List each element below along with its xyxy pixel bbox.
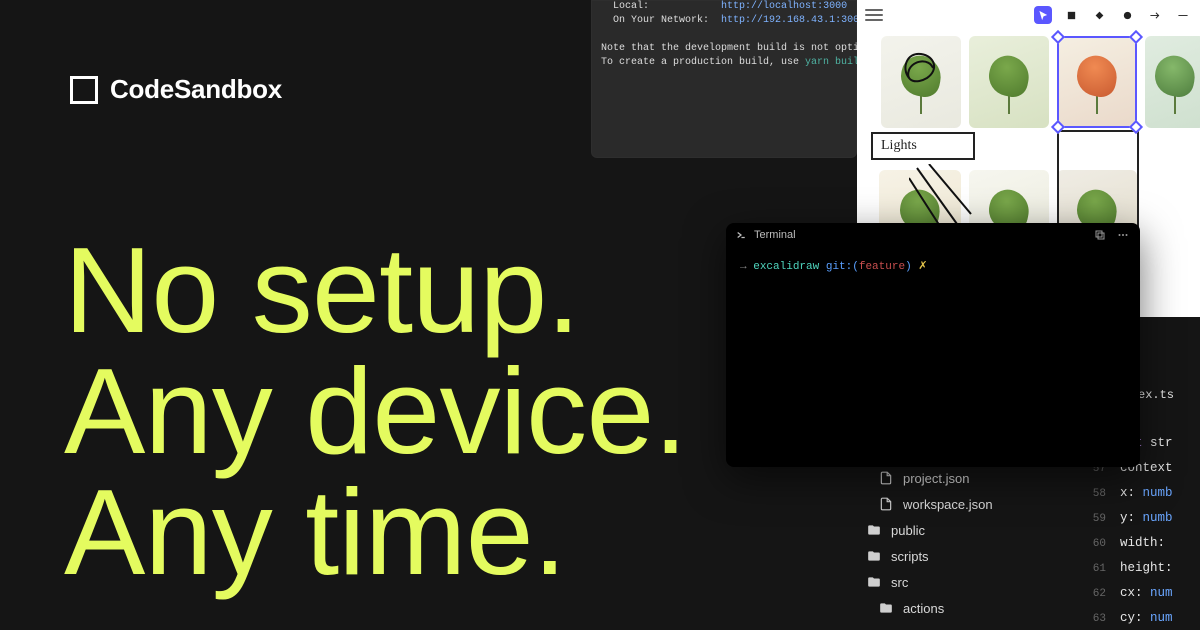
code-line: 59 y: numb <box>1062 511 1200 536</box>
prompt-icon <box>736 230 746 240</box>
dev-server-terminal: Local: http://localhost:3000 On Your Net… <box>591 0 857 158</box>
line-tool-icon[interactable] <box>1174 6 1192 24</box>
file-tree-item[interactable]: src <box>855 569 1070 595</box>
terminal-titlebar: Terminal <box>726 223 1140 247</box>
prompt-dirty-icon: ✗ <box>918 261 927 273</box>
terminal-tab[interactable]: Terminal <box>736 229 796 241</box>
code-token: num <box>1150 586 1173 600</box>
file-label: public <box>891 523 925 538</box>
file-label: actions <box>903 601 944 616</box>
file-tree-item[interactable]: public <box>855 517 1070 543</box>
logo-mark-icon <box>70 76 98 104</box>
file-tree-item[interactable]: workspace.json <box>855 491 1070 517</box>
devterm-note-2b: yarn build <box>805 57 857 68</box>
editor-tab-label: ex.ts <box>1138 388 1174 402</box>
terminal-body[interactable]: → excalidraw git:(feature) ✗ <box>726 247 1140 285</box>
file-tree-item[interactable]: actions <box>855 595 1070 621</box>
code-line: 58 x: numb <box>1062 486 1200 511</box>
prompt-arrow: → <box>740 261 747 273</box>
resize-handle-icon[interactable] <box>1051 30 1065 44</box>
code-token: x: <box>1120 486 1135 500</box>
devterm-local-url: http://localhost:3000 <box>721 1 847 12</box>
code-token: numb <box>1143 511 1173 525</box>
headline-line-1: No setup. <box>64 230 687 351</box>
code-token: height: <box>1120 561 1173 575</box>
code-line: 62 cx: num <box>1062 586 1200 611</box>
ellipse-tool-icon[interactable] <box>1118 6 1136 24</box>
folder-icon <box>867 549 881 563</box>
selection-box[interactable] <box>1057 36 1137 128</box>
new-window-icon[interactable] <box>1094 229 1106 241</box>
folder-icon <box>867 523 881 537</box>
code-token: cy: <box>1120 611 1143 625</box>
devterm-note-1: Note that the development build is not o… <box>601 42 847 56</box>
brand-logo: CodeSandbox <box>70 74 282 105</box>
file-tree-item[interactable]: project.json <box>855 465 1070 491</box>
file-tree[interactable]: project.json workspace.json public scrip… <box>855 451 1070 621</box>
arrow-tool-icon[interactable] <box>1146 6 1164 24</box>
prompt-dir: excalidraw <box>753 261 819 273</box>
devterm-note-2a: To create a production build, use <box>601 57 805 68</box>
folder-icon <box>879 601 893 615</box>
devterm-local-label: Local: <box>613 1 649 12</box>
diamond-tool-icon[interactable] <box>1090 6 1108 24</box>
file-label: project.json <box>903 471 969 486</box>
rectangle-tool-icon[interactable] <box>1062 6 1080 24</box>
code-line: 61 height: <box>1062 561 1200 586</box>
prompt-git-open: git:( <box>826 261 859 273</box>
canvas-toolbar <box>865 6 1192 24</box>
line-number: 60 <box>1084 538 1106 550</box>
line-number: 58 <box>1084 488 1106 500</box>
file-label: scripts <box>891 549 929 564</box>
freehand-scribble-icon <box>899 48 943 86</box>
terminal-panel[interactable]: Terminal → excalidraw git:(feature) ✗ <box>726 223 1140 467</box>
file-label: workspace.json <box>903 497 993 512</box>
devterm-network-label: On Your Network: <box>613 15 709 26</box>
code-token: width: <box>1120 536 1165 550</box>
code-token: num <box>1150 611 1173 625</box>
file-label: src <box>891 575 908 590</box>
terminal-tab-label: Terminal <box>754 229 796 241</box>
resize-handle-icon[interactable] <box>1129 30 1143 44</box>
file-icon <box>879 471 893 485</box>
folder-icon <box>867 575 881 589</box>
canvas-image[interactable] <box>969 36 1049 128</box>
headline: No setup. Any device. Any time. <box>64 230 687 592</box>
code-token: numb <box>1143 486 1173 500</box>
line-number: 63 <box>1084 613 1106 625</box>
canvas-tools <box>1034 6 1192 24</box>
menu-icon[interactable] <box>865 9 883 21</box>
prompt-git-close: ) <box>905 261 912 273</box>
line-number: 62 <box>1084 588 1106 600</box>
code-line: 63 cy: num <box>1062 611 1200 630</box>
code-line: 60 width: <box>1062 536 1200 561</box>
code-token: cx: <box>1120 586 1143 600</box>
line-number: 61 <box>1084 563 1106 575</box>
select-tool-icon[interactable] <box>1034 6 1052 24</box>
headline-line-2: Any device. <box>64 351 687 472</box>
canvas-text-label[interactable]: Lights <box>871 132 975 160</box>
headline-line-3: Any time. <box>64 472 687 593</box>
prompt-branch: feature <box>859 261 905 273</box>
more-icon[interactable] <box>1116 229 1130 241</box>
code-token: y: <box>1120 511 1135 525</box>
canvas-image[interactable] <box>1145 36 1200 128</box>
devterm-network-url: http://192.168.43.1:3000 <box>721 15 857 26</box>
file-icon <box>879 497 893 511</box>
file-tree-item[interactable]: scripts <box>855 543 1070 569</box>
line-number: 59 <box>1084 513 1106 525</box>
brand-name: CodeSandbox <box>110 74 282 105</box>
code-token: str <box>1150 436 1173 450</box>
